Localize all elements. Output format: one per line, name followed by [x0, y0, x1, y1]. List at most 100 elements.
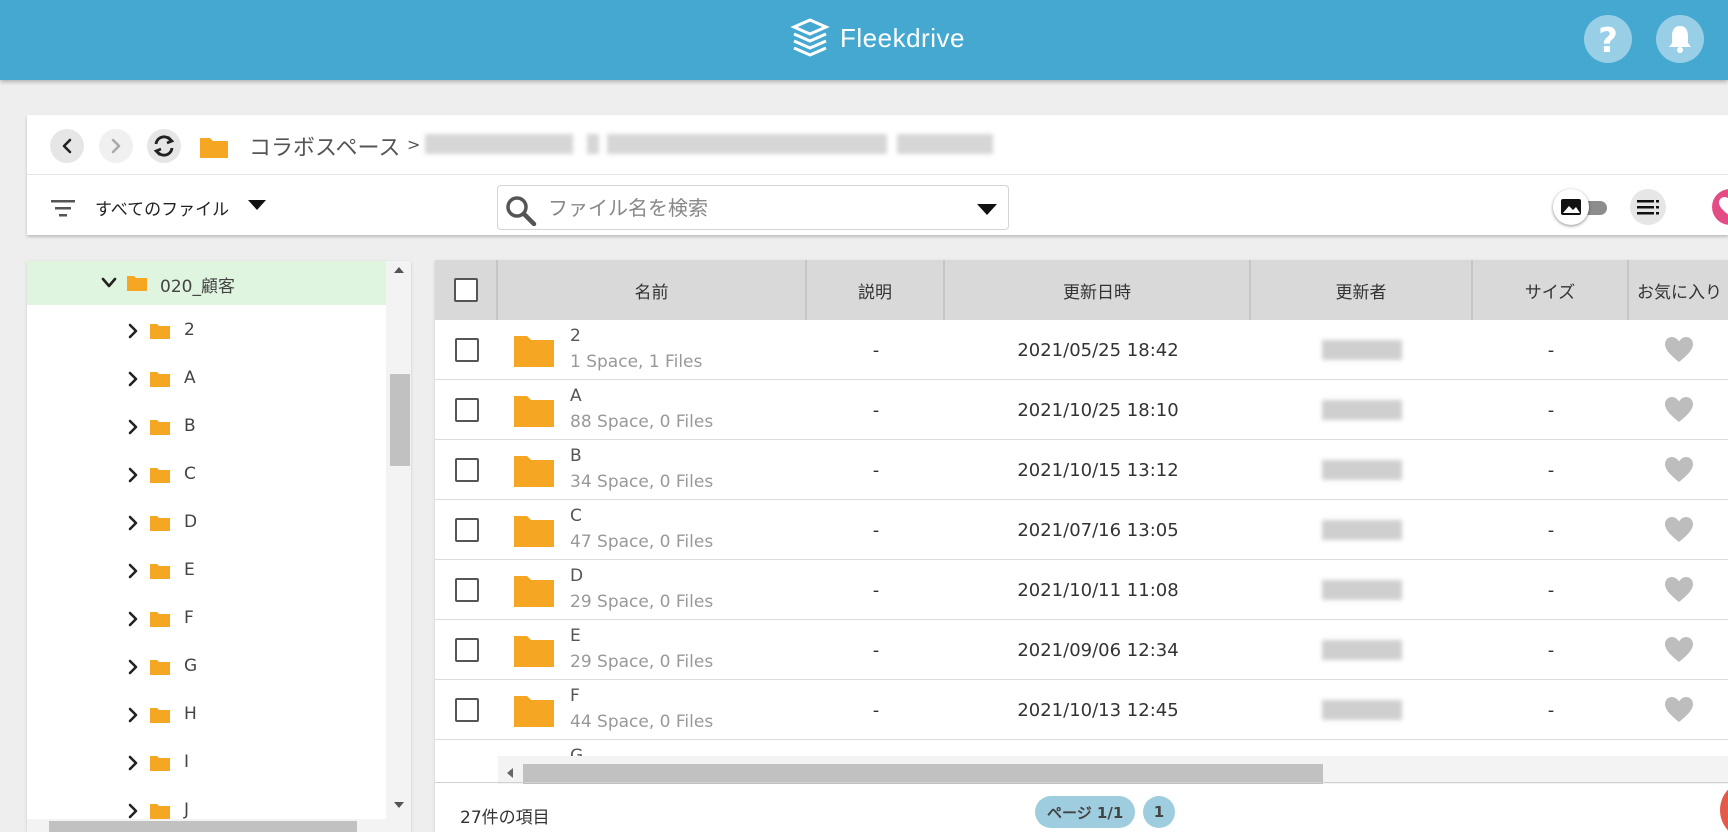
heart-icon[interactable]	[1664, 636, 1694, 664]
page-number-button[interactable]: 1	[1143, 796, 1175, 828]
chevron-right-icon[interactable]	[127, 803, 139, 819]
column-header-name[interactable]: 名前	[498, 260, 807, 320]
row-favorite[interactable]	[1629, 680, 1728, 740]
column-header-updater[interactable]: 更新者	[1251, 260, 1473, 320]
tree-item[interactable]: B	[27, 405, 386, 449]
chevron-right-icon[interactable]	[127, 323, 139, 339]
chevron-right-icon[interactable]	[127, 419, 139, 435]
breadcrumb-root[interactable]: コラボスペース	[249, 130, 400, 162]
heart-icon[interactable]	[1664, 336, 1694, 364]
row-checkbox[interactable]	[454, 398, 479, 422]
column-header-size[interactable]: サイズ	[1473, 260, 1629, 320]
scroll-up-arrow-icon[interactable]	[393, 266, 405, 274]
row-checkbox[interactable]	[454, 638, 479, 662]
row-favorite[interactable]	[1629, 320, 1728, 380]
row-favorite[interactable]	[1629, 500, 1728, 560]
tree-item[interactable]: C	[27, 453, 386, 497]
tree-horizontal-scrollbar[interactable]	[27, 819, 411, 832]
search-options-caret-icon[interactable]	[976, 203, 998, 216]
tree-scrollbar-thumb[interactable]	[390, 374, 410, 466]
row-name[interactable]: E	[570, 626, 581, 646]
scroll-down-arrow-icon[interactable]	[393, 801, 405, 809]
row-name[interactable]: F	[570, 686, 580, 706]
scroll-left-arrow-icon[interactable]	[506, 767, 514, 779]
row-checkbox[interactable]	[454, 518, 479, 542]
row-favorite[interactable]	[1629, 440, 1728, 500]
tree-item[interactable]: D	[27, 501, 386, 545]
help-button[interactable]: ?	[1584, 15, 1632, 63]
tree-hscroll-thumb[interactable]	[49, 821, 357, 832]
row-meta: 88 Space, 0 Files	[570, 412, 714, 432]
corner-widget[interactable]	[1720, 780, 1728, 832]
column-header-favorite[interactable]: お気に入り	[1629, 260, 1728, 320]
search-input[interactable]	[548, 192, 948, 224]
row-favorite[interactable]	[1629, 560, 1728, 620]
tree-item-selected[interactable]: 020_顧客	[27, 261, 386, 305]
row-name[interactable]: D	[570, 566, 583, 586]
row-favorite[interactable]	[1629, 620, 1728, 680]
refresh-button[interactable]	[147, 129, 181, 163]
favorites-button[interactable]	[1712, 189, 1728, 225]
brand-logo[interactable]: Fleekdrive	[790, 16, 965, 60]
list-view-button[interactable]	[1630, 189, 1666, 225]
heart-icon[interactable]	[1664, 396, 1694, 424]
table-hscroll-thumb[interactable]	[523, 764, 1323, 784]
chevron-right-icon[interactable]	[127, 515, 139, 531]
table-horizontal-scrollbar[interactable]	[498, 756, 1728, 784]
tree-item[interactable]: A	[27, 357, 386, 401]
row-name[interactable]: 2	[570, 326, 581, 346]
column-header-description[interactable]: 説明	[807, 260, 945, 320]
column-header-updated[interactable]: 更新日時	[945, 260, 1251, 320]
select-all-cell	[435, 260, 498, 320]
thumbnail-view-toggle[interactable]	[1553, 189, 1613, 225]
heart-icon[interactable]	[1664, 576, 1694, 604]
table-row[interactable]: A 88 Space, 0 Files - 2021/10/25 18:10 -	[435, 380, 1728, 440]
row-description: -	[872, 699, 880, 721]
filter-dropdown-label[interactable]: すべてのファイル	[95, 195, 229, 220]
folder-icon	[150, 516, 170, 531]
back-button[interactable]	[50, 129, 84, 163]
tree-item-label: C	[184, 464, 196, 484]
tree-item[interactable]: H	[27, 693, 386, 737]
row-checkbox[interactable]	[454, 458, 479, 482]
heart-icon[interactable]	[1664, 516, 1694, 544]
folder-icon	[514, 516, 554, 547]
row-name[interactable]: B	[570, 446, 582, 466]
forward-button[interactable]	[99, 129, 133, 163]
row-name[interactable]: C	[570, 506, 582, 526]
row-checkbox[interactable]	[454, 698, 479, 722]
heart-icon[interactable]	[1664, 456, 1694, 484]
chevron-right-icon[interactable]	[127, 659, 139, 675]
footer-divider	[435, 782, 1728, 783]
row-checkbox[interactable]	[454, 578, 479, 602]
tree-item[interactable]: E	[27, 549, 386, 593]
table-row[interactable]: 2 1 Space, 1 Files - 2021/05/25 18:42 -	[435, 320, 1728, 380]
tree-item[interactable]: F	[27, 597, 386, 641]
table-row[interactable]: B 34 Space, 0 Files - 2021/10/15 13:12 -	[435, 440, 1728, 500]
row-updated: 2021/05/25 18:42	[1017, 339, 1179, 361]
chevron-right-icon[interactable]	[127, 467, 139, 483]
tree-vertical-scrollbar[interactable]	[386, 261, 411, 819]
table-row[interactable]: F 44 Space, 0 Files - 2021/10/13 12:45 -	[435, 680, 1728, 740]
filter-icon[interactable]	[49, 197, 77, 219]
notification-button[interactable]	[1656, 15, 1704, 63]
select-all-checkbox[interactable]	[453, 278, 478, 302]
row-checkbox[interactable]	[454, 338, 479, 362]
tree-item[interactable]: G	[27, 645, 386, 689]
chevron-down-icon[interactable]	[101, 277, 117, 289]
search-box[interactable]	[497, 185, 1009, 230]
chevron-right-icon[interactable]	[127, 611, 139, 627]
heart-icon[interactable]	[1664, 696, 1694, 724]
table-row[interactable]: D 29 Space, 0 Files - 2021/10/11 11:08 -	[435, 560, 1728, 620]
caret-down-icon[interactable]	[247, 199, 267, 211]
chevron-right-icon[interactable]	[127, 563, 139, 579]
row-favorite[interactable]	[1629, 380, 1728, 440]
chevron-right-icon[interactable]	[127, 371, 139, 387]
row-name[interactable]: A	[570, 386, 582, 406]
chevron-right-icon[interactable]	[127, 707, 139, 723]
chevron-right-icon[interactable]	[127, 755, 139, 771]
table-row[interactable]: C 47 Space, 0 Files - 2021/07/16 13:05 -	[435, 500, 1728, 560]
tree-item[interactable]: 2	[27, 309, 386, 353]
table-row[interactable]: E 29 Space, 0 Files - 2021/09/06 12:34 -	[435, 620, 1728, 680]
tree-item[interactable]: I	[27, 741, 386, 785]
